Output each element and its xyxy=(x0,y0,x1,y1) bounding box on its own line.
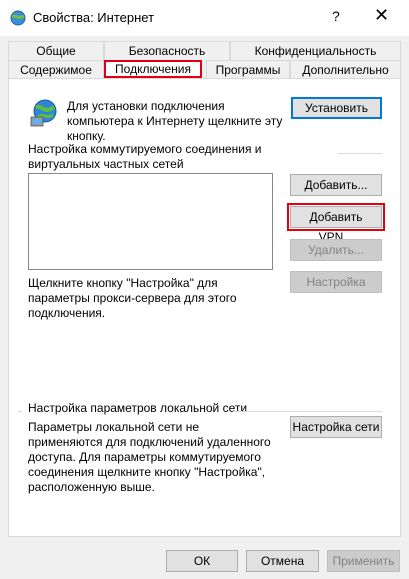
window-title: Свойства: Интернет xyxy=(33,10,155,25)
tab-general[interactable]: Общие xyxy=(8,41,104,60)
proxy-description: Щелкните кнопку "Настройка" для параметр… xyxy=(28,276,237,320)
help-icon[interactable]: ? xyxy=(332,8,340,24)
lan-separator-left xyxy=(18,411,22,412)
lan-description: Параметры локальной сети не применяются … xyxy=(28,420,271,494)
setup-description: Для установки подключения компьютера к И… xyxy=(67,99,283,143)
add-button[interactable]: Добавить... xyxy=(290,174,382,196)
close-icon[interactable]: ✕ xyxy=(374,5,389,25)
add-vpn-button[interactable]: Добавить VPN... xyxy=(287,203,385,244)
internet-options-icon xyxy=(10,10,26,26)
tab-content[interactable]: Содержимое xyxy=(8,60,104,79)
tab-programs[interactable]: Программы xyxy=(206,60,290,79)
tab-advanced[interactable]: Дополнительно xyxy=(290,60,401,79)
remove-button[interactable]: Удалить... xyxy=(290,239,382,261)
setup-button[interactable]: Установить xyxy=(291,97,382,119)
dialup-section-label: Настройка коммутируемого соединения и ви… xyxy=(28,142,262,171)
apply-button[interactable]: Применить xyxy=(327,550,400,572)
dialup-separator xyxy=(338,153,382,154)
ok-button[interactable]: ОК xyxy=(166,550,238,572)
tab-security[interactable]: Безопасность xyxy=(104,41,230,60)
lan-section-label: Настройка параметров локальной сети xyxy=(28,401,248,415)
lan-separator xyxy=(233,411,382,412)
lan-settings-button[interactable]: Настройка сети xyxy=(290,416,382,438)
cancel-button[interactable]: Отмена xyxy=(246,550,319,572)
network-globe-icon xyxy=(30,99,57,127)
tab-privacy[interactable]: Конфиденциальность xyxy=(230,41,401,60)
dialup-settings-button[interactable]: Настройка xyxy=(290,271,382,293)
connections-listbox[interactable] xyxy=(28,173,273,270)
tab-connections[interactable]: Подключения xyxy=(104,60,202,78)
